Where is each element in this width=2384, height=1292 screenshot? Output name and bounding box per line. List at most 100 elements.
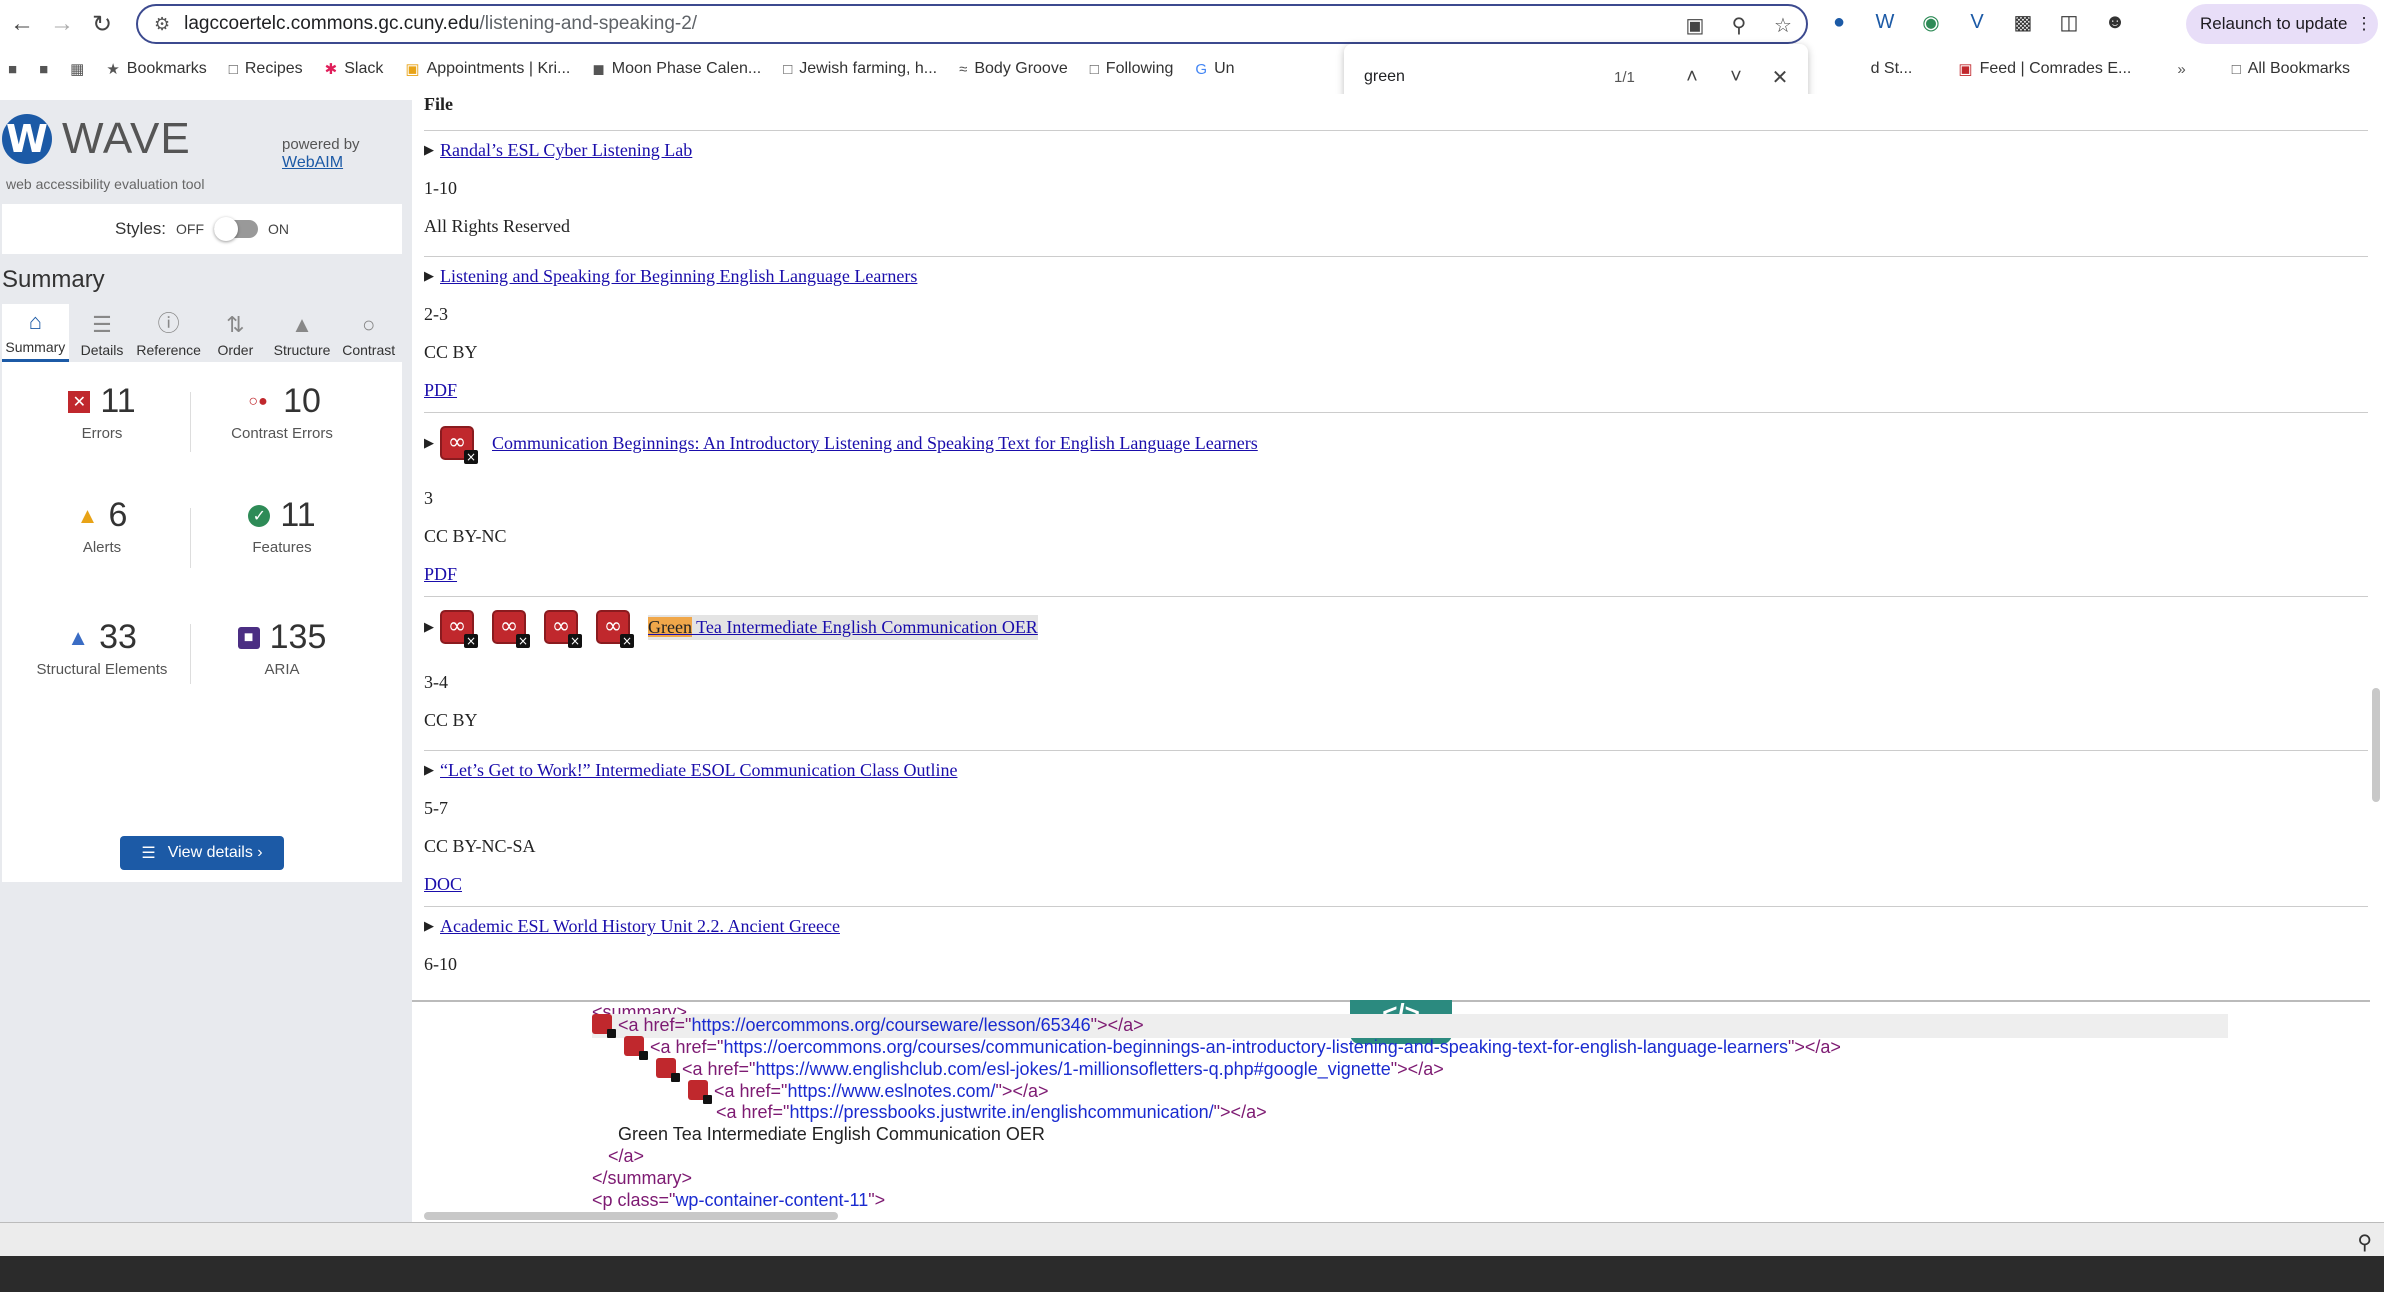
resource-link[interactable]: Academic ESL World History Unit 2.2. Anc… xyxy=(440,916,840,937)
resource-summary-selected[interactable]: ▶ Green Tea Intermediate English Communi… xyxy=(424,610,1038,648)
broken-link-error-icon[interactable] xyxy=(592,1014,616,1038)
broken-link-error-icon[interactable] xyxy=(656,1058,680,1082)
tab-contrast[interactable]: ○ Contrast xyxy=(335,304,402,362)
more-bookmarks-icon[interactable]: » xyxy=(2177,61,2185,78)
bookmark-jewish-farming[interactable]: □ Jewish farming, h... xyxy=(783,60,937,78)
browser-toolbar: ← → ↻ ⚙ lagccoertelc.commons.gc.cuny.edu… xyxy=(0,0,2384,48)
address-bar[interactable]: ⚙ lagccoertelc.commons.gc.cuny.edu/liste… xyxy=(136,4,1808,44)
bookmark-slack[interactable]: ✱ Slack xyxy=(325,60,384,78)
profile-avatar-icon[interactable]: ☻ xyxy=(2101,8,2129,36)
stat-aria[interactable]: ■ 135 ARIA xyxy=(192,618,372,678)
bookmark-star-icon[interactable]: ☆ xyxy=(1770,12,1796,38)
forward-icon[interactable]: → xyxy=(44,6,80,42)
folder-icon: □ xyxy=(783,60,793,78)
code-line[interactable]: <a href="https://www.eslnotes.com/"></a> xyxy=(688,1080,1048,1104)
code-line: <a href="https://pressbooks.justwrite.in… xyxy=(716,1102,1267,1122)
resource-link[interactable]: Randal’s ESL Cyber Listening Lab xyxy=(440,140,692,161)
tab-summary[interactable]: ⌂ Summary xyxy=(2,304,69,362)
resource-level: 1-10 xyxy=(424,178,457,198)
disclosure-triangle-icon: ▶ xyxy=(424,269,434,284)
apps-icon[interactable]: ■ xyxy=(8,61,17,78)
webaim-link[interactable]: WebAIM xyxy=(282,154,343,172)
resource-file-link[interactable]: PDF xyxy=(424,564,457,585)
relaunch-button[interactable]: Relaunch to update ⋮ xyxy=(2186,4,2378,44)
zoom-icon[interactable]: ⚲ xyxy=(2357,1230,2372,1255)
resource-summary[interactable]: ▶ Listening and Speaking for Beginning E… xyxy=(424,266,917,287)
resource-link-highlighted[interactable]: Green Tea Intermediate English Communica… xyxy=(648,614,1038,640)
tab-reference[interactable]: ⓘ Reference xyxy=(135,304,202,362)
bookmark-un[interactable]: G Un xyxy=(1195,60,1234,78)
bookmark-d-st[interactable]: d St... xyxy=(1871,60,1913,78)
resource-link[interactable]: Listening and Speaking for Beginning Eng… xyxy=(440,266,917,287)
stat-contrast-errors[interactable]: ○● 10 Contrast Errors xyxy=(192,382,372,442)
styles-toggle[interactable] xyxy=(214,217,259,241)
resource-summary[interactable]: ▶ “Let’s Get to Work!” Intermediate ESOL… xyxy=(424,760,957,781)
broken-link-error-icon[interactable] xyxy=(596,610,634,648)
bookmark-appointments[interactable]: ▣ Appointments | Kri... xyxy=(405,60,570,78)
resource-file-link[interactable]: PDF xyxy=(424,380,457,401)
wave-extension-icon[interactable]: W xyxy=(1871,8,1899,36)
reading-list-icon[interactable]: ■ xyxy=(39,61,48,78)
tab-structure[interactable]: ▲ Structure xyxy=(269,304,336,362)
tab-groups-icon[interactable]: ▦ xyxy=(70,60,84,78)
view-details-button[interactable]: ☰ View details › xyxy=(120,836,284,870)
stat-errors[interactable]: ✕ 11 Errors xyxy=(12,382,192,442)
broken-link-error-icon[interactable] xyxy=(440,610,478,648)
broken-link-error-icon[interactable] xyxy=(688,1080,712,1104)
find-close-icon[interactable]: ✕ xyxy=(1758,65,1802,90)
alert-icon: ▲ xyxy=(76,502,99,528)
broken-link-error-icon[interactable] xyxy=(492,610,530,648)
vertical-scrollbar[interactable] xyxy=(2372,688,2380,802)
bookmark-body-groove[interactable]: ≈ Body Groove xyxy=(959,60,1068,78)
tab-details[interactable]: ☰ Details xyxy=(69,304,136,362)
extensions-puzzle-icon[interactable]: ▩ xyxy=(2009,8,2037,36)
summary-stats: ✕ 11 Errors ○● 10 Contrast Errors ▲ 6 Alert… xyxy=(2,362,402,882)
page-translate-icon[interactable]: ▣ xyxy=(1682,12,1708,38)
resource-link[interactable]: Communication Beginnings: An Introductor… xyxy=(492,433,1258,454)
reload-icon[interactable]: ↻ xyxy=(84,6,120,42)
url-text[interactable]: lagccoertelc.commons.gc.cuny.edu/listeni… xyxy=(184,13,697,35)
resource-link[interactable]: “Let’s Get to Work!” Intermediate ESOL C… xyxy=(440,760,957,781)
back-icon[interactable]: ← xyxy=(4,6,40,42)
grammarly-icon[interactable]: ◉ xyxy=(1917,8,1945,36)
zoom-icon[interactable]: ⚲ xyxy=(1726,12,1752,38)
resource-file-link[interactable]: DOC xyxy=(424,874,462,895)
bookmark-feed-comrades[interactable]: ▣ Feed | Comrades E... xyxy=(1958,60,2131,78)
resource-summary[interactable]: ▶ Randal’s ESL Cyber Listening Lab xyxy=(424,140,692,161)
bookmark-all-bookmarks[interactable]: □ All Bookmarks xyxy=(2232,60,2350,78)
bookmark-following[interactable]: □ Following xyxy=(1090,60,1174,78)
side-panel-icon[interactable]: ◫ xyxy=(2055,8,2083,36)
tab-order[interactable]: ⇅ Order xyxy=(202,304,269,362)
broken-link-error-icon[interactable] xyxy=(544,610,582,648)
find-next-icon[interactable]: ˅ xyxy=(1714,66,1758,89)
stat-alerts[interactable]: ▲ 6 Alerts xyxy=(12,496,192,556)
code-line[interactable]: <a href="https://www.englishclub.com/esl… xyxy=(656,1058,1444,1082)
resource-summary[interactable]: ▶ Communication Beginnings: An Introduct… xyxy=(424,426,1258,464)
broken-link-error-icon[interactable] xyxy=(624,1036,648,1060)
calendar-icon: ▣ xyxy=(405,61,420,78)
folder-icon: □ xyxy=(228,60,238,78)
broken-link-error-icon[interactable] xyxy=(440,426,478,464)
list-icon: ☰ xyxy=(141,845,156,862)
resource-summary[interactable]: ▶ Academic ESL World History Unit 2.2. A… xyxy=(424,916,840,937)
site-settings-icon[interactable]: ⚙ xyxy=(154,14,170,35)
extension-badge-icon[interactable]: ● xyxy=(1825,8,1853,36)
styles-toggle-row: Styles: OFF ON xyxy=(2,204,402,254)
resource-level: 5-7 xyxy=(424,798,448,818)
stat-structural-elements[interactable]: ▲ 33 Structural Elements xyxy=(12,618,192,678)
find-previous-icon[interactable]: ˄ xyxy=(1670,66,1714,89)
resource-level: 3-4 xyxy=(424,672,448,692)
code-line[interactable]: <a href="https://oercommons.org/courses/… xyxy=(624,1036,1841,1060)
star-icon: ★ xyxy=(106,61,120,78)
bookmark-recipes[interactable]: □ Recipes xyxy=(229,60,303,78)
horizontal-scrollbar[interactable] xyxy=(424,1212,838,1220)
more-menu-icon[interactable]: ⋮ xyxy=(2355,14,2372,34)
bookmark-bookmarks[interactable]: ★ Bookmarks xyxy=(106,60,206,78)
code-panel: </> Code <summary> <a href="https://oerc… xyxy=(412,1000,2370,1222)
info-icon: ⓘ xyxy=(157,311,180,336)
find-input[interactable]: green xyxy=(1364,68,1614,86)
vimeo-icon[interactable]: V xyxy=(1963,8,1991,36)
code-line-selected[interactable]: <a href="https://oercommons.org/coursewa… xyxy=(592,1014,2228,1038)
stat-features[interactable]: ✓ 11 Features xyxy=(192,496,372,556)
bookmark-moon-phase[interactable]: ◼ Moon Phase Calen... xyxy=(592,60,761,78)
